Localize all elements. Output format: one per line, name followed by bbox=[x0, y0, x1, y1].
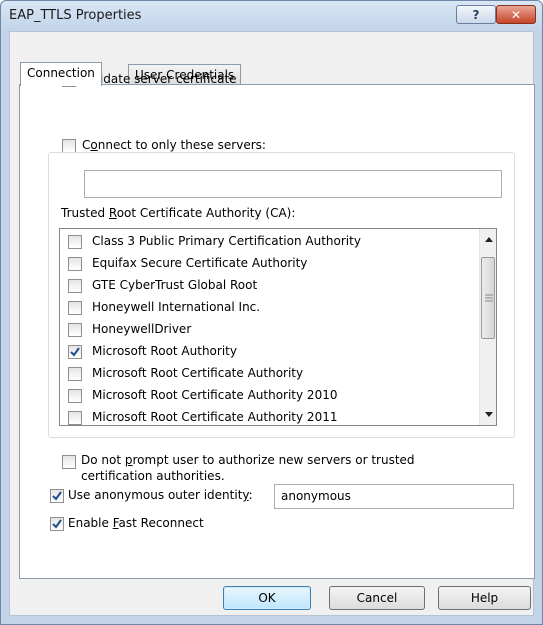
ca-checkbox[interactable] bbox=[68, 301, 82, 315]
ca-checkbox[interactable] bbox=[68, 323, 82, 337]
list-item[interactable]: Class 3 Public Primary Certification Aut… bbox=[60, 231, 472, 253]
ca-checkbox[interactable] bbox=[68, 257, 82, 271]
help-button-label: Help bbox=[470, 591, 499, 605]
list-item[interactable]: Microsoft Root Certificate Authority 201… bbox=[60, 407, 472, 425]
ca-label: Equifax Secure Certificate Authority bbox=[92, 256, 308, 270]
ok-button[interactable]: OK bbox=[223, 586, 311, 610]
checkmark-icon bbox=[70, 347, 80, 357]
no-prompt-label-line2: certification authorities. bbox=[81, 469, 225, 483]
checkmark-icon bbox=[52, 519, 62, 529]
close-icon: ✕ bbox=[510, 7, 522, 22]
servers-input[interactable] bbox=[84, 170, 502, 198]
anon-identity-checkbox[interactable] bbox=[50, 489, 64, 503]
ca-label: HoneywellDriver bbox=[92, 322, 192, 336]
ca-label: GTE CyberTrust Global Root bbox=[92, 278, 258, 292]
list-item[interactable]: Microsoft Root Authority bbox=[60, 341, 472, 363]
trusted-root-label: Trusted Root Certificate Authority (CA): bbox=[61, 206, 296, 220]
help-button[interactable]: Help bbox=[438, 586, 531, 610]
ca-checkbox[interactable] bbox=[68, 235, 82, 249]
anon-identity-input[interactable]: anonymous bbox=[274, 484, 514, 509]
list-item[interactable]: Equifax Secure Certificate Authority bbox=[60, 253, 472, 275]
list-item[interactable]: Honeywell International Inc. bbox=[60, 297, 472, 319]
connect-only-checkbox[interactable] bbox=[62, 139, 76, 153]
list-item[interactable]: HoneywellDriver bbox=[60, 319, 472, 341]
scroll-thumb[interactable] bbox=[481, 257, 495, 339]
close-button[interactable]: ✕ bbox=[496, 5, 536, 24]
ca-checkbox[interactable] bbox=[68, 389, 82, 403]
ca-checkbox[interactable] bbox=[68, 367, 82, 381]
ca-label: Microsoft Root Authority bbox=[92, 344, 237, 358]
trusted-ca-list[interactable]: Class 3 Public Primary Certification Aut… bbox=[59, 228, 497, 426]
grip-icon bbox=[485, 294, 493, 302]
window-title: EAP_TTLS Properties bbox=[9, 8, 142, 23]
fast-reconnect-checkbox[interactable] bbox=[50, 517, 64, 531]
list-item[interactable]: GTE CyberTrust Global Root bbox=[60, 275, 472, 297]
tab-connection-label: Connection bbox=[27, 66, 95, 80]
list-item[interactable]: Microsoft Root Certificate Authority bbox=[60, 363, 472, 385]
ca-checkbox[interactable] bbox=[68, 411, 82, 425]
question-mark-icon: ? bbox=[472, 7, 480, 22]
ca-checkbox[interactable] bbox=[68, 345, 82, 359]
ca-label: Microsoft Root Certificate Authority 201… bbox=[92, 410, 338, 424]
ca-label: Microsoft Root Certificate Authority bbox=[92, 366, 304, 380]
anon-identity-value: anonymous bbox=[281, 489, 351, 503]
cancel-button[interactable]: Cancel bbox=[329, 586, 425, 610]
list-item[interactable]: Microsoft Root Certificate Authority 201… bbox=[60, 385, 472, 407]
scroll-up-arrow[interactable] bbox=[480, 231, 496, 248]
ca-label: Microsoft Root Certificate Authority 201… bbox=[92, 388, 338, 402]
arrow-down-icon bbox=[484, 412, 493, 417]
help-caption-button[interactable]: ? bbox=[456, 5, 496, 24]
scroll-down-arrow[interactable] bbox=[480, 406, 496, 423]
checkmark-icon bbox=[52, 491, 62, 501]
title-bar[interactable]: EAP_TTLS Properties ? ✕ bbox=[1, 1, 542, 31]
ok-button-label: OK bbox=[258, 591, 276, 605]
no-prompt-label[interactable]: Do not prompt user to authorize new serv… bbox=[81, 453, 415, 467]
ca-label: Honeywell International Inc. bbox=[92, 300, 261, 314]
fast-reconnect-label[interactable]: Enable Fast Reconnect bbox=[68, 516, 204, 530]
tab-connection[interactable]: Connection bbox=[20, 62, 102, 86]
anon-identity-label[interactable]: Use anonymous outer identity: bbox=[68, 488, 253, 502]
validate-cert-label[interactable]: Validate server certificate bbox=[82, 72, 237, 86]
vertical-scrollbar[interactable] bbox=[479, 229, 496, 425]
connect-only-label[interactable]: Connect to only these servers: bbox=[82, 138, 266, 152]
no-prompt-checkbox[interactable] bbox=[62, 455, 76, 469]
arrow-up-icon bbox=[484, 237, 493, 242]
cancel-button-label: Cancel bbox=[356, 591, 398, 605]
ca-checkbox[interactable] bbox=[68, 279, 82, 293]
ca-label: Class 3 Public Primary Certification Aut… bbox=[92, 234, 361, 248]
